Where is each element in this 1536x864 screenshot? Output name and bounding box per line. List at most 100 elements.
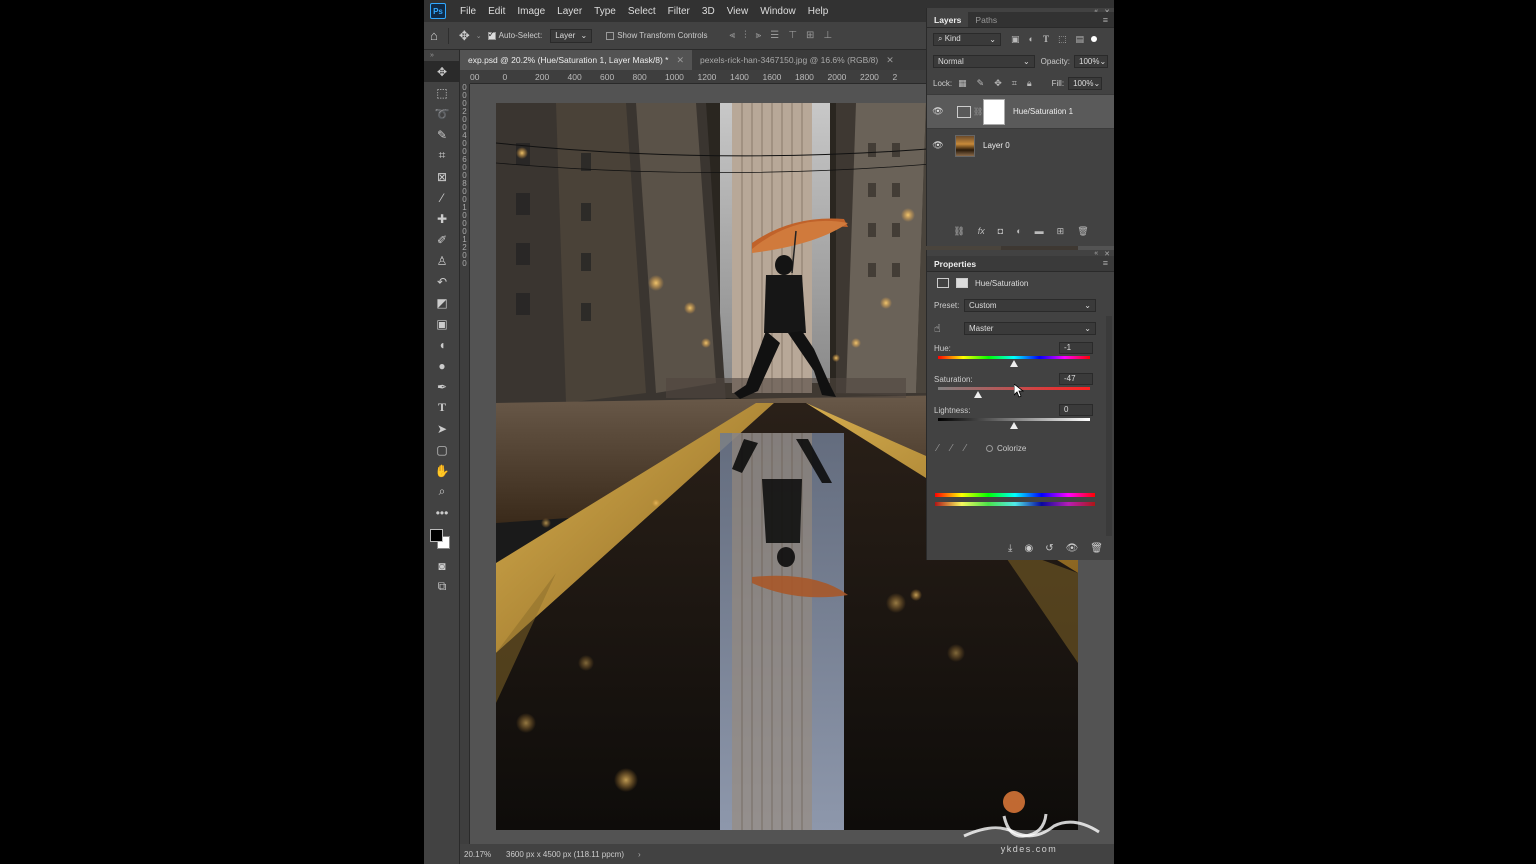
tab-paths[interactable]: Paths bbox=[968, 12, 1004, 27]
blend-mode-dropdown[interactable]: Normal ⌄ bbox=[933, 54, 1035, 68]
blur-tool-icon[interactable]: ◖ bbox=[424, 334, 460, 355]
eyedropper-tool-icon[interactable]: ⁄ bbox=[424, 187, 460, 208]
colorize-checkbox[interactable] bbox=[986, 444, 994, 452]
lightness-slider-thumb[interactable] bbox=[1010, 422, 1018, 429]
brush-tool-icon[interactable]: ✐ bbox=[424, 229, 460, 250]
horizontal-ruler[interactable]: 00 0 200 400 600 800 1000 1200 1400 1600 1800 2000 2… bbox=[470, 70, 926, 84]
menu-edit[interactable]: Edit bbox=[482, 6, 511, 17]
layer-name[interactable]: Layer 0 bbox=[983, 141, 1010, 150]
gradient-tool-icon[interactable]: ▣ bbox=[424, 313, 460, 334]
more-tools-icon[interactable]: ••• bbox=[424, 502, 460, 523]
layer-mask-thumbnail[interactable] bbox=[983, 98, 1005, 125]
chevron-down-icon[interactable]: ⌄ bbox=[476, 32, 482, 40]
shape-tool-icon[interactable]: ▢ bbox=[424, 439, 460, 460]
filter-toggle-icon[interactable] bbox=[1091, 36, 1097, 42]
tab-pexels-jpg[interactable]: pexels-rick-han-3467150.jpg @ 16.6% (RGB… bbox=[692, 50, 902, 70]
eye-icon[interactable]: 👁︎ bbox=[927, 140, 949, 151]
menu-window[interactable]: Window bbox=[754, 6, 802, 17]
hamburger-menu-icon[interactable]: ≡ bbox=[1103, 258, 1108, 268]
trash-icon[interactable]: 🗑︎ bbox=[1090, 543, 1103, 554]
home-icon[interactable]: ⌂ bbox=[430, 28, 438, 43]
view-previous-icon[interactable]: ◉ bbox=[1024, 543, 1033, 554]
align-bottom-icon[interactable]: ⊥ bbox=[823, 30, 832, 41]
lock-artboard-icon[interactable]: ⌗ bbox=[1012, 78, 1017, 89]
align-center-icon[interactable]: ⫶ bbox=[744, 30, 747, 41]
lock-all-icon[interactable]: 🔒︎ bbox=[1027, 78, 1032, 89]
lightness-slider-track[interactable] bbox=[938, 418, 1090, 421]
move-tool-preset-icon[interactable]: ✥ bbox=[459, 28, 470, 44]
lightness-input[interactable]: 0 bbox=[1059, 404, 1093, 416]
layer-row-layer-0[interactable]: 👁︎ Layer 0 bbox=[927, 128, 1114, 162]
layer-name[interactable]: Hue/Saturation 1 bbox=[1013, 107, 1073, 116]
trash-icon[interactable]: 🗑︎ bbox=[1077, 226, 1088, 242]
add-mask-icon[interactable]: ◘ bbox=[998, 226, 1003, 242]
layer-row-hue-saturation[interactable]: 👁︎ ⛓︎ Hue/Saturation 1 bbox=[927, 94, 1114, 128]
lasso-tool-icon[interactable]: ➰ bbox=[424, 103, 460, 124]
quick-select-tool-icon[interactable]: ✎ bbox=[424, 124, 460, 145]
expand-toolbar-icon[interactable]: » bbox=[424, 50, 459, 61]
menu-image[interactable]: Image bbox=[511, 6, 551, 17]
eyedropper-icon[interactable]: ⁄ bbox=[937, 443, 939, 454]
healing-brush-tool-icon[interactable]: ✚ bbox=[424, 208, 460, 229]
menu-view[interactable]: View bbox=[721, 6, 755, 17]
visibility-eye-icon[interactable]: 👁︎ bbox=[1066, 543, 1079, 554]
preset-dropdown[interactable]: Custom ⌄ bbox=[964, 299, 1096, 312]
zoom-level[interactable]: 20.17% bbox=[460, 850, 502, 859]
photoshop-logo[interactable]: Ps bbox=[430, 3, 446, 19]
close-icon[interactable]: ✕ bbox=[676, 55, 684, 66]
hue-slider-track[interactable] bbox=[938, 356, 1090, 359]
hamburger-menu-icon[interactable]: ≡ bbox=[1103, 15, 1108, 25]
menu-layer[interactable]: Layer bbox=[551, 6, 588, 17]
pen-tool-icon[interactable]: ✒ bbox=[424, 376, 460, 397]
auto-select-checkbox[interactable] bbox=[487, 29, 496, 40]
link-layers-icon[interactable]: ⛓︎ bbox=[953, 226, 964, 242]
screen-mode-icon[interactable]: ⧉ bbox=[424, 576, 460, 597]
clone-stamp-tool-icon[interactable]: ♙ bbox=[424, 250, 460, 271]
path-selection-tool-icon[interactable]: ➤ bbox=[424, 418, 460, 439]
foreground-color-swatch[interactable] bbox=[430, 529, 443, 542]
lock-transparent-icon[interactable]: ▦ bbox=[958, 78, 967, 89]
dodge-tool-icon[interactable]: ● bbox=[424, 355, 460, 376]
fx-icon[interactable]: fx bbox=[978, 226, 985, 242]
fill-input[interactable]: 100% ⌄ bbox=[1068, 76, 1103, 90]
image-filter-icon[interactable]: ▣ bbox=[1011, 34, 1020, 45]
distribute-icon[interactable]: ☰ bbox=[770, 30, 779, 41]
tab-exp-psd[interactable]: exp.psd @ 20.2% (Hue/Saturation 1, Layer… bbox=[460, 50, 692, 70]
new-layer-icon[interactable]: ⊞ bbox=[1057, 226, 1065, 242]
eyedropper-minus-icon[interactable]: ⁄ bbox=[964, 443, 966, 454]
zoom-tool-icon[interactable]: ⌕ bbox=[424, 481, 460, 502]
lock-pixels-icon[interactable]: ✎ bbox=[977, 78, 985, 89]
type-tool-icon[interactable]: T bbox=[424, 397, 460, 418]
move-tool-icon[interactable]: ✥ bbox=[424, 61, 460, 82]
quick-mask-icon[interactable]: ◙ bbox=[424, 555, 460, 576]
opacity-input[interactable]: 100% ⌄ bbox=[1074, 54, 1108, 68]
tab-layers[interactable]: Layers bbox=[927, 12, 969, 27]
marquee-tool-icon[interactable]: ⬚ bbox=[424, 82, 460, 103]
filter-kind-dropdown[interactable]: ⌕ Kind ⌄ bbox=[933, 32, 1001, 46]
channel-dropdown[interactable]: Master ⌄ bbox=[964, 322, 1096, 335]
adjustment-icon[interactable] bbox=[937, 278, 949, 288]
targeted-adjustment-icon[interactable]: ☝︎ bbox=[934, 322, 964, 335]
show-transform-checkbox[interactable] bbox=[606, 31, 615, 40]
properties-scrollbar[interactable] bbox=[1106, 316, 1112, 536]
clip-to-layer-icon[interactable]: ⤓ bbox=[1008, 543, 1012, 554]
new-group-icon[interactable]: ▬ bbox=[1035, 226, 1044, 242]
chevron-right-icon[interactable]: › bbox=[638, 850, 641, 859]
adjustment-filter-icon[interactable]: ◐ bbox=[1029, 34, 1034, 45]
shape-filter-icon[interactable]: ⬚ bbox=[1058, 34, 1067, 45]
hand-tool-icon[interactable]: ✋ bbox=[424, 460, 460, 481]
saturation-slider-thumb[interactable] bbox=[974, 391, 983, 398]
type-filter-icon[interactable]: T bbox=[1043, 34, 1049, 45]
align-left-icon[interactable]: ⫷ bbox=[729, 30, 735, 41]
align-top-icon[interactable]: ⊤ bbox=[788, 30, 797, 41]
eyedropper-plus-icon[interactable]: ⁄ bbox=[951, 443, 953, 454]
auto-select-target-dropdown[interactable]: Layer ⌄ bbox=[550, 28, 593, 43]
vertical-ruler[interactable]: 00020040060080010001200 bbox=[460, 84, 470, 844]
smart-object-filter-icon[interactable]: ▤ bbox=[1075, 34, 1084, 45]
align-right-icon[interactable]: ⫸ bbox=[756, 30, 762, 41]
history-brush-tool-icon[interactable]: ↶ bbox=[424, 271, 460, 292]
lock-position-icon[interactable]: ✥ bbox=[994, 78, 1002, 89]
crop-tool-icon[interactable]: ⌗ bbox=[424, 145, 460, 166]
reset-icon[interactable]: ↺ bbox=[1045, 543, 1053, 554]
close-icon[interactable]: ✕ bbox=[886, 55, 894, 66]
